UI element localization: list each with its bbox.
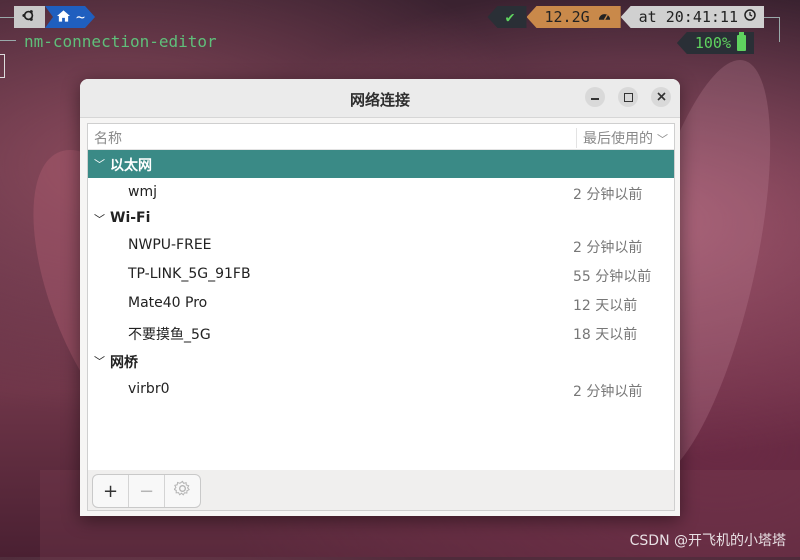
check-icon: ✔ bbox=[505, 8, 515, 26]
minimize-button[interactable] bbox=[585, 87, 605, 107]
connection-row[interactable]: NWPU-FREE 2 分钟以前 bbox=[88, 231, 674, 260]
connection-row[interactable]: 不要摸鱼_5G 18 天以前 bbox=[88, 318, 674, 347]
maximize-icon bbox=[623, 92, 633, 102]
connection-name: NWPU-FREE bbox=[128, 237, 212, 253]
command-connector bbox=[0, 40, 16, 41]
connection-row[interactable]: virbr0 2 分钟以前 bbox=[88, 375, 674, 404]
prompt-connector-right bbox=[763, 17, 780, 42]
edit-connection-button[interactable] bbox=[165, 475, 200, 507]
plus-icon: + bbox=[102, 480, 119, 502]
list-header: 名称 最后使用的 ﹀ bbox=[88, 124, 674, 150]
battery-segment: 100% bbox=[676, 32, 754, 54]
titlebar[interactable]: 网络连接 bbox=[80, 79, 680, 118]
list-toolbar: + − bbox=[87, 470, 675, 511]
prompt-right: ✔ 12.2G at 20:41:11 bbox=[487, 6, 764, 28]
sort-chevron-icon: ﹀ bbox=[657, 133, 668, 146]
minimize-icon bbox=[591, 98, 599, 100]
memory-segment: 12.2G bbox=[526, 6, 621, 28]
minus-icon: − bbox=[138, 480, 155, 502]
connection-last-used: 55 分钟以前 bbox=[573, 269, 652, 285]
prompt-left: ~ bbox=[14, 6, 95, 28]
memory-value: 12.2G bbox=[544, 8, 590, 26]
connection-name: virbr0 bbox=[128, 381, 170, 397]
group-label: 以太网 bbox=[110, 158, 152, 174]
group-ethernet[interactable]: ﹀ 以太网 bbox=[88, 150, 674, 178]
terminal-cursor bbox=[0, 54, 5, 78]
connection-name: 不要摸鱼_5G bbox=[128, 327, 211, 343]
os-segment bbox=[14, 6, 45, 28]
expand-arrow-icon[interactable]: ﹀ bbox=[94, 353, 105, 369]
connection-row[interactable]: Mate40 Pro 12 天以前 bbox=[88, 289, 674, 318]
connection-last-used: 2 分钟以前 bbox=[573, 187, 643, 203]
expand-arrow-icon[interactable]: ﹀ bbox=[94, 156, 105, 172]
terminal-command: nm-connection-editor bbox=[24, 32, 217, 51]
maximize-button[interactable] bbox=[618, 87, 638, 107]
connection-name: TP-LINK_5G_91FB bbox=[128, 266, 251, 282]
status-segment: ✔ bbox=[487, 6, 527, 28]
column-header-last-used[interactable]: 最后使用的 ﹀ bbox=[576, 128, 668, 148]
connection-last-used: 12 天以前 bbox=[573, 298, 638, 314]
close-button[interactable] bbox=[651, 87, 671, 107]
connection-row[interactable]: wmj 2 分钟以前 bbox=[88, 178, 674, 207]
connection-last-used: 2 分钟以前 bbox=[573, 384, 643, 400]
time-value: at 20:41:11 bbox=[638, 8, 738, 26]
connection-name: Mate40 Pro bbox=[128, 295, 208, 311]
column-header-name[interactable]: 名称 bbox=[94, 128, 122, 148]
connection-name: wmj bbox=[128, 184, 157, 200]
prompt-connector bbox=[0, 17, 14, 40]
close-icon bbox=[656, 90, 666, 104]
home-path: ~ bbox=[76, 8, 86, 26]
connection-row[interactable]: TP-LINK_5G_91FB 55 分钟以前 bbox=[88, 260, 674, 289]
watermark: CSDN @开飞机的小塔塔 bbox=[629, 533, 786, 549]
network-connections-window: 网络连接 名称 最后使用的 ﹀ ﹀ 以太网 wmj 2 分钟以前 ﹀ Wi-Fi bbox=[80, 79, 680, 516]
connection-last-used: 18 天以前 bbox=[573, 327, 638, 343]
add-connection-button[interactable]: + bbox=[93, 475, 129, 507]
battery-icon bbox=[737, 32, 746, 51]
connection-list[interactable]: 名称 最后使用的 ﹀ ﹀ 以太网 wmj 2 分钟以前 ﹀ Wi-Fi NWPU-… bbox=[87, 123, 675, 471]
column-header-last-used-label: 最后使用的 bbox=[583, 131, 653, 147]
gear-icon bbox=[173, 480, 191, 502]
ubuntu-icon bbox=[22, 8, 35, 26]
toolbar-button-group: + − bbox=[92, 474, 201, 508]
gauge-icon bbox=[598, 10, 611, 24]
home-segment: ~ bbox=[45, 6, 95, 28]
home-icon bbox=[57, 8, 70, 26]
group-label: 网桥 bbox=[110, 355, 138, 371]
expand-arrow-icon[interactable]: ﹀ bbox=[94, 211, 105, 227]
remove-connection-button[interactable]: − bbox=[129, 475, 165, 507]
time-segment: at 20:41:11 bbox=[620, 6, 764, 28]
group-bridge[interactable]: ﹀ 网桥 bbox=[88, 347, 674, 375]
clock-icon bbox=[744, 9, 756, 25]
connection-last-used: 2 分钟以前 bbox=[573, 240, 643, 256]
group-wifi[interactable]: ﹀ Wi-Fi bbox=[88, 207, 674, 231]
battery-value: 100% bbox=[694, 34, 731, 52]
group-label: Wi-Fi bbox=[110, 210, 151, 226]
